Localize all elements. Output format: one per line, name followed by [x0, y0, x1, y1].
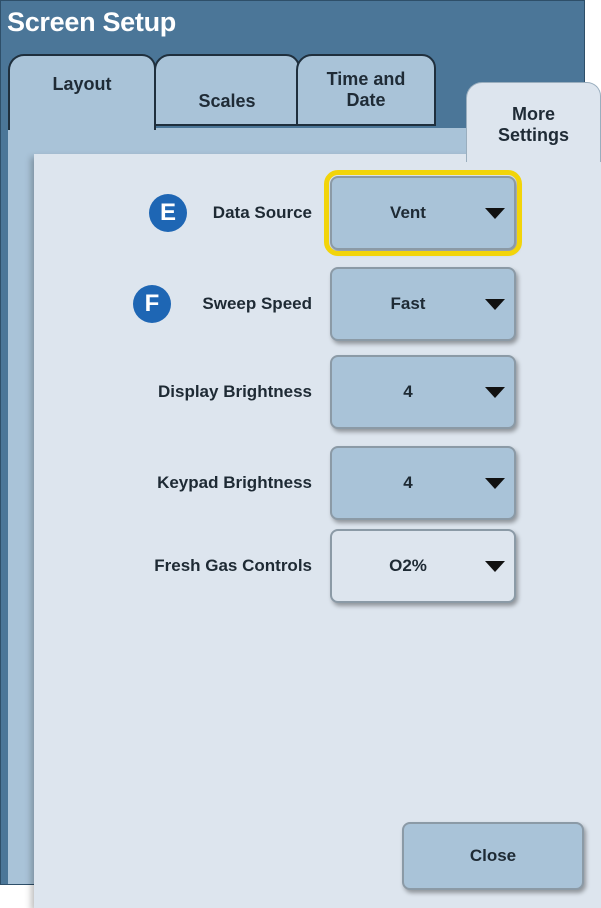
sweep-speed-label: Sweep Speed — [202, 294, 312, 313]
tab-layout-label: Layout — [52, 73, 112, 94]
chevron-down-icon — [485, 478, 505, 489]
sweep-speed-value: Fast — [390, 294, 426, 313]
display-brightness-dropdown[interactable]: 4 — [330, 355, 516, 429]
callout-marker-e: E — [149, 194, 187, 232]
keypad-brightness-value: 4 — [403, 473, 413, 492]
tab-time-and-date[interactable]: Time and Date — [296, 54, 436, 126]
data-source-value: Vent — [390, 203, 426, 222]
close-button[interactable]: Close — [402, 822, 584, 890]
tab-layout[interactable]: Layout — [8, 54, 156, 130]
display-brightness-value: 4 — [403, 382, 413, 401]
tab-time-and-date-label: Time and Date — [326, 69, 406, 110]
fresh-gas-controls-dropdown[interactable]: O2% — [330, 529, 516, 603]
chevron-down-icon — [485, 561, 505, 572]
setting-row-sweep-speed: F Sweep Speed Fast — [0, 264, 601, 344]
data-source-label: Data Source — [212, 203, 312, 222]
chevron-down-icon — [485, 208, 505, 219]
data-source-dropdown[interactable]: Vent — [324, 170, 522, 256]
setting-row-fresh-gas-controls: Fresh Gas Controls O2% — [0, 526, 601, 606]
display-brightness-label: Display Brightness — [158, 382, 312, 401]
chevron-down-icon — [485, 387, 505, 398]
callout-marker-f: F — [133, 285, 171, 323]
tab-more-settings-label: More Settings — [497, 103, 569, 145]
keypad-brightness-dropdown[interactable]: 4 — [330, 446, 516, 520]
tab-scales[interactable]: Scales — [154, 54, 300, 126]
tab-scales-label: Scales — [198, 90, 256, 111]
setting-row-keypad-brightness: Keypad Brightness 4 — [0, 443, 601, 523]
fresh-gas-controls-label: Fresh Gas Controls — [154, 556, 312, 575]
keypad-brightness-label: Keypad Brightness — [157, 473, 312, 492]
sweep-speed-dropdown[interactable]: Fast — [330, 267, 516, 341]
chevron-down-icon — [485, 299, 505, 310]
window-title: Screen Setup — [7, 7, 176, 37]
fresh-gas-controls-value: O2% — [389, 556, 427, 575]
setting-row-data-source: E Data Source Vent — [0, 170, 601, 256]
tab-more-settings[interactable]: More Settings — [466, 82, 601, 162]
setting-row-display-brightness: Display Brightness 4 — [0, 352, 601, 432]
